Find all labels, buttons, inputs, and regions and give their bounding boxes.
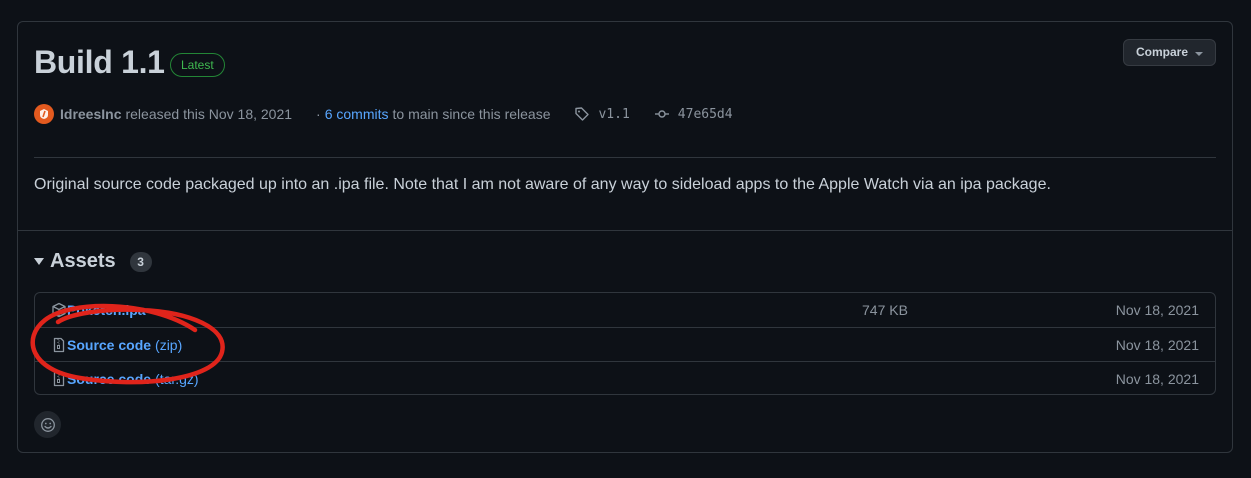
assets-count-badge: 3: [129, 251, 152, 272]
asset-row[interactable]: Source code (tar.gz) Nov 18, 2021: [35, 361, 1215, 395]
release-meta: IdreesInc released this Nov 18, 2021 · 6…: [34, 103, 733, 125]
asset-date: Nov 18, 2021: [1115, 302, 1199, 318]
compare-label: Compare: [1135, 45, 1188, 59]
release-card: Build 1.1 Latest Compare IdreesInc relea…: [17, 21, 1233, 453]
file-zip-icon: [51, 371, 67, 387]
chevron-down-icon: [1195, 51, 1203, 56]
tag-icon: [574, 106, 590, 122]
asset-ext-targz[interactable]: (tar.gz): [155, 371, 199, 387]
git-commit-icon: [654, 106, 670, 122]
asset-date: Nov 18, 2021: [1115, 370, 1199, 387]
asset-date: Nov 18, 2021: [1115, 336, 1199, 353]
section-divider: [18, 230, 1232, 231]
divider: [34, 157, 1216, 158]
asset-link-source-targz[interactable]: Source code: [67, 371, 151, 387]
meta-separator: ·: [316, 106, 321, 122]
package-icon: [51, 302, 67, 318]
release-header: Build 1.1 Latest Compare IdreesInc relea…: [18, 22, 1232, 230]
add-reaction-button[interactable]: [34, 411, 61, 438]
released-text: released this Nov 18, 2021: [125, 106, 293, 122]
commit-hash-link[interactable]: 47e65d4: [678, 107, 733, 122]
commits-suffix: to main since this release: [392, 106, 551, 122]
asset-row[interactable]: Poketch.ipa 747 KB Nov 18, 2021: [35, 293, 1215, 327]
compare-button[interactable]: Compare: [1122, 39, 1216, 66]
asset-link-source-zip[interactable]: Source code: [67, 337, 151, 353]
author-link[interactable]: IdreesInc: [60, 106, 121, 122]
avatar[interactable]: [34, 104, 54, 124]
asset-link-ipa[interactable]: Poketch.ipa: [67, 302, 146, 318]
smiley-icon: [40, 417, 55, 432]
avatar-logo-icon: [40, 109, 48, 119]
commits-link[interactable]: 6 commits: [325, 106, 389, 122]
tag-link[interactable]: v1.1: [598, 107, 629, 122]
assets-toggle[interactable]: Assets 3: [34, 250, 152, 273]
file-zip-icon: [51, 337, 67, 353]
assets-list: Poketch.ipa 747 KB Nov 18, 2021 Source c…: [34, 292, 1216, 395]
release-description: Original source code packaged up into an…: [34, 176, 1051, 193]
triangle-down-icon: [34, 258, 44, 265]
asset-size: 747 KB: [862, 302, 908, 318]
latest-badge: Latest: [170, 53, 225, 77]
assets-heading: Assets: [50, 250, 116, 272]
asset-ext-zip[interactable]: (zip): [155, 337, 182, 353]
asset-row[interactable]: Source code (zip) Nov 18, 2021: [35, 327, 1215, 361]
release-title[interactable]: Build 1.1: [34, 44, 165, 81]
